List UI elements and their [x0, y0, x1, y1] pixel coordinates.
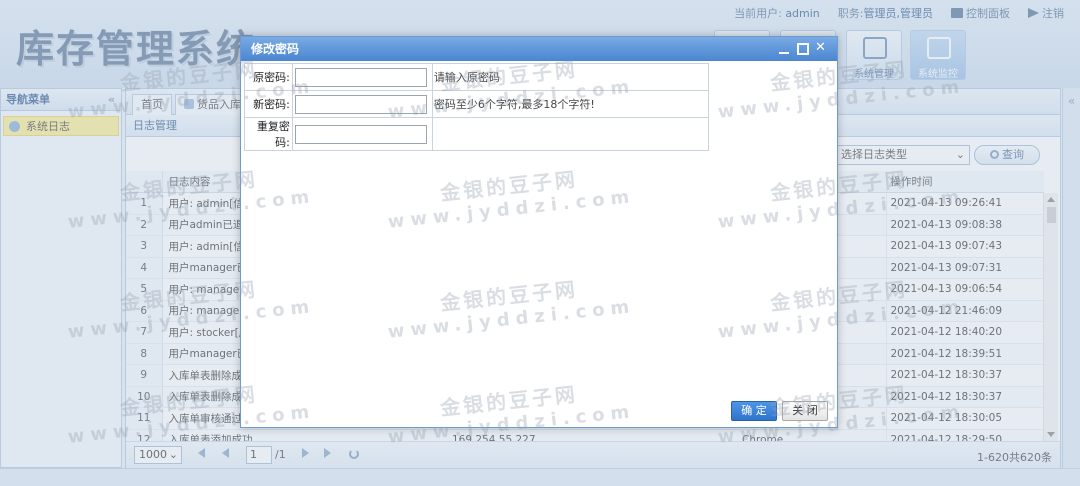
form-row-repeat: 重复密码:	[244, 117, 710, 151]
repeat-password-input[interactable]	[294, 124, 427, 144]
repeat-password-label: 重复密码:	[244, 117, 293, 151]
dialog-title: 修改密码	[251, 42, 300, 56]
change-password-dialog: 修改密码 ✕ 原密码: 请输入原密码 新密码: 密码至少6个字符,最多18个字符…	[240, 36, 838, 428]
repeat-password-hint	[431, 117, 710, 151]
password-form: 原密码: 请输入原密码 新密码: 密码至少6个字符,最多18个字符! 重复密码:	[244, 63, 710, 151]
close-button[interactable]: 关 闭	[782, 401, 828, 421]
old-password-cell	[291, 63, 433, 91]
form-row-new: 新密码: 密码至少6个字符,最多18个字符!	[244, 90, 710, 118]
old-password-input[interactable]	[294, 67, 427, 87]
dialog-header: 修改密码 ✕	[241, 37, 837, 61]
old-password-label: 原密码:	[244, 63, 293, 91]
new-password-cell	[291, 90, 433, 118]
dialog-footer: 确 定 关 闭	[241, 399, 837, 427]
new-password-hint: 密码至少6个字符,最多18个字符!	[431, 90, 710, 118]
minimize-icon[interactable]	[778, 42, 791, 55]
new-password-input[interactable]	[294, 94, 427, 114]
repeat-password-cell	[291, 117, 433, 151]
old-password-hint: 请输入原密码	[431, 63, 710, 91]
new-password-label: 新密码:	[244, 90, 293, 118]
form-row-old: 原密码: 请输入原密码	[244, 63, 710, 91]
close-icon[interactable]: ✕	[814, 41, 827, 55]
confirm-button[interactable]: 确 定	[731, 401, 777, 421]
maximize-icon[interactable]	[796, 42, 809, 55]
